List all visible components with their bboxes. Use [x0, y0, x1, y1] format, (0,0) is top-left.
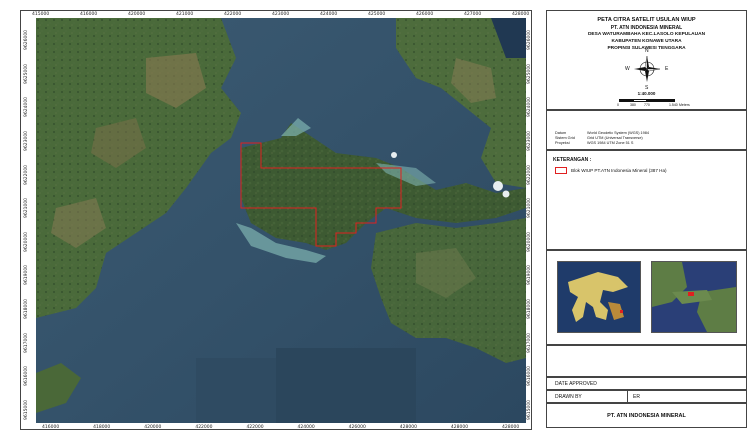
right-tick-label: 9624000	[527, 97, 532, 118]
top-tick-label: 416000	[80, 12, 98, 17]
metadata-projection-key: Proyeksi	[555, 141, 570, 145]
left-tick-label: 9618000	[24, 299, 29, 320]
right-tick-label: 9618000	[527, 299, 532, 320]
top-tick-label: 428000	[512, 12, 530, 17]
left-tick-label: 9624000	[24, 97, 29, 118]
regency-name: KABUPATEN KONAWE UTARA	[611, 39, 682, 44]
scale-label-3: 1.540	[669, 103, 678, 107]
compass-east: E	[665, 66, 669, 72]
company-name: PT. ATN INDONESIA MINERAL	[610, 25, 683, 31]
bottom-tick-label: 428000	[450, 425, 469, 430]
top-tick-label: 427000	[464, 12, 482, 17]
scale-label-2: 770	[644, 103, 650, 107]
top-tick-label: 422000	[224, 12, 242, 17]
compass-north: N	[645, 48, 649, 54]
bottom-tick-label: 416000	[42, 425, 60, 430]
scale-label-0: 0	[617, 103, 619, 107]
company-footer: PT. ATN INDONESIA MINERAL	[546, 403, 747, 428]
legend-block: KETERANGAN : Blok WIUP PT.ATN Indonesia …	[546, 150, 747, 250]
right-tick-label: 9615000	[527, 399, 532, 420]
drawn-by-row: DRAWN BY ER	[546, 390, 747, 404]
left-tick-label: 9615000	[24, 399, 29, 420]
footer-spacer	[546, 345, 747, 377]
bottom-tick-label: 424000	[297, 425, 315, 430]
satellite-map-svg	[36, 18, 526, 423]
drawn-by-label: DRAWN BY	[555, 394, 582, 400]
top-tick-label: 426000	[416, 12, 434, 17]
left-tick-label: 9619000	[24, 265, 29, 286]
scale-bar	[619, 99, 675, 102]
bottom-tick-label: 422000	[246, 425, 264, 430]
top-tick-label: 424000	[320, 12, 338, 17]
legend-item-label: Blok WIUP PT.ATN Indonesia Mineral (387 …	[571, 168, 667, 173]
right-tick-label: 9616000	[527, 366, 532, 387]
top-tick-label: 425000	[368, 12, 386, 17]
right-tick-label: 9621000	[527, 198, 532, 219]
right-tick-label: 9625000	[527, 63, 532, 84]
left-tick-label: 9620000	[24, 231, 29, 252]
top-tick-label: 420000	[128, 12, 146, 17]
compass-west: W	[625, 66, 630, 72]
image-patch	[196, 358, 276, 423]
left-tick-label: 9616000	[24, 366, 29, 387]
bottom-tick-label: 428000	[399, 425, 417, 430]
legend-heading: KETERANGAN :	[553, 157, 592, 163]
right-tick-label: 9626000	[527, 29, 532, 50]
inset-maps-block	[546, 250, 747, 345]
cloud	[391, 152, 397, 158]
scale-ratio: 1:40.000	[637, 91, 656, 96]
left-tick-label: 9626000	[24, 29, 29, 50]
left-tick-label: 9617000	[24, 332, 29, 353]
right-tick-label: 9619000	[527, 265, 532, 286]
village-name: DESA WATURAMBAHA KEC.LASOLO KEPULAUAN	[587, 32, 706, 37]
scale-unit: Meters	[679, 103, 690, 107]
footer-company-name: PT. ATN INDONESIA MINERAL	[607, 413, 686, 419]
metadata-projection-value: WGS 1984 UTM Zone 51 S	[587, 141, 634, 145]
left-tick-label: 9625000	[24, 63, 29, 84]
inset-map-area	[651, 261, 737, 333]
bottom-tick-label: 428000	[502, 425, 520, 430]
bottom-tick-label: 422000	[195, 425, 213, 430]
cloud	[502, 190, 510, 198]
scale-label-1: 380	[630, 103, 636, 107]
cloud	[493, 181, 503, 191]
inset-map-sulawesi	[557, 261, 641, 333]
right-tick-label: 9622000	[527, 164, 532, 185]
drawn-by-value: ER	[633, 394, 640, 400]
right-tick-label: 9620000	[527, 231, 532, 252]
title-block: PETA CITRA SATELIT USULAN WIUP PT. ATN I…	[546, 10, 747, 110]
image-patch	[276, 348, 416, 423]
top-tick-label: 421000	[176, 12, 194, 17]
bottom-tick-label: 426000	[348, 425, 366, 430]
right-tick-label: 9623000	[527, 130, 532, 151]
date-approved-label: DATE APPROVED	[555, 381, 597, 387]
bottom-tick-label: 420000	[144, 425, 162, 430]
date-approved-row: DATE APPROVED	[546, 377, 747, 390]
satellite-map[interactable]	[36, 18, 526, 423]
top-tick-label: 415000	[32, 12, 50, 17]
compass-rose-icon	[631, 53, 663, 85]
metadata-grid-value: Grid UTM (Universal Transverse)	[587, 136, 643, 140]
metadata-grid-key: Sistem Grid	[555, 136, 575, 140]
left-tick-label: 9623000	[24, 130, 29, 151]
right-tick-label: 9617000	[527, 332, 532, 353]
metadata-block: Datum World Geodetic System (WGS) 1984 S…	[546, 110, 747, 150]
metadata-datum-value: World Geodetic System (WGS) 1984	[587, 131, 649, 135]
top-tick-label: 423000	[272, 12, 290, 17]
left-tick-label: 9621000	[24, 198, 29, 219]
left-tick-label: 9622000	[24, 164, 29, 185]
map-title: PETA CITRA SATELIT USULAN WIUP	[597, 17, 696, 23]
legend-swatch	[555, 167, 567, 174]
metadata-datum-key: Datum	[555, 131, 567, 135]
bottom-tick-label: 418000	[93, 425, 111, 430]
